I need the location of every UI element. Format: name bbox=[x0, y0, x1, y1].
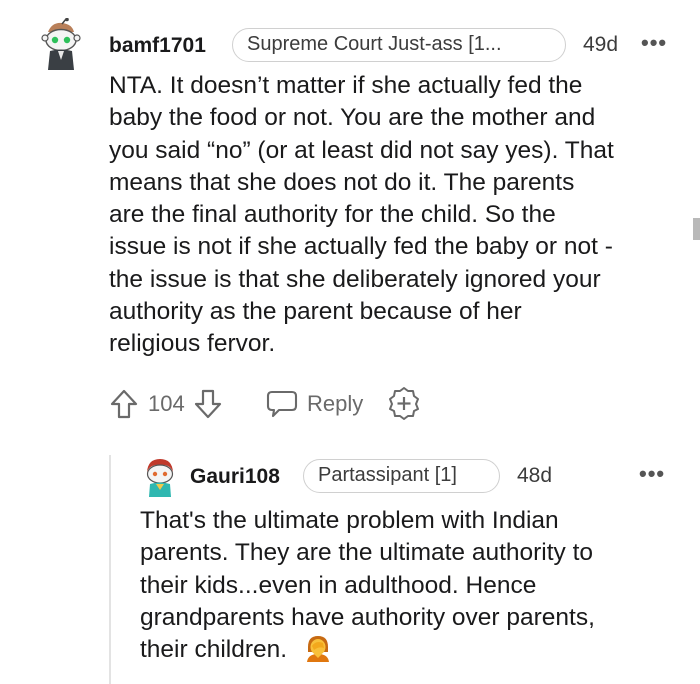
user-flair: Supreme Court Just-ass [1... bbox=[232, 28, 566, 62]
scrollbar-thumb[interactable] bbox=[693, 218, 700, 240]
award-icon[interactable] bbox=[387, 386, 421, 420]
comment-age: 48d bbox=[517, 464, 553, 487]
comment-age: 49d bbox=[583, 33, 619, 56]
user-flair: Partassipant [1] bbox=[303, 459, 500, 493]
reply-comment: Gauri108 Partassipant [1] 48d ••• That's… bbox=[120, 450, 700, 684]
username[interactable]: bamf1701 bbox=[109, 34, 206, 58]
avatar[interactable] bbox=[38, 18, 82, 72]
reply-body-line: grandparents have authority over parents… bbox=[140, 603, 595, 631]
vote-score: 104 bbox=[148, 391, 185, 416]
reply-icon bbox=[266, 390, 298, 418]
comment-body-line: religious fervor. bbox=[109, 330, 276, 358]
comment-body-line: are the final authority for the child. S… bbox=[109, 201, 556, 229]
comment-body-line: baby the food or not. You are the mother… bbox=[109, 104, 596, 132]
comment-body-line: issue is not if she actually fed the bab… bbox=[109, 233, 613, 261]
more-options-icon[interactable]: ••• bbox=[639, 463, 665, 485]
comment-body-line: means that she does not do it. The paren… bbox=[109, 168, 575, 196]
comment-body-line: you said “no” (or at least did not say y… bbox=[109, 136, 614, 164]
reply-label: Reply bbox=[307, 391, 364, 416]
reply-button[interactable]: Reply bbox=[266, 386, 366, 420]
thread-line[interactable] bbox=[109, 455, 111, 684]
reply-body-line-text: their children. bbox=[140, 636, 288, 664]
comment: bamf1701 Supreme Court Just-ass [1... 49… bbox=[0, 0, 700, 440]
reply-body: That's the ultimate problem with Indian … bbox=[140, 505, 690, 666]
reply-body-line: their children. bbox=[140, 634, 690, 666]
more-options-icon[interactable]: ••• bbox=[641, 32, 667, 54]
upvote-icon[interactable] bbox=[109, 388, 139, 420]
comment-body-line: the issue is that she deliberately ignor… bbox=[109, 265, 601, 293]
reply-body-line: parents. They are the ultimate authority… bbox=[140, 539, 594, 567]
comment-body-line: authority as the parent because of her bbox=[109, 298, 522, 326]
comment-body: NTA. It doesn’t matter if she actually f… bbox=[109, 70, 684, 361]
avatar[interactable] bbox=[142, 456, 178, 498]
comment-body-line: NTA. It doesn’t matter if she actually f… bbox=[109, 72, 583, 99]
reply-body-line: That's the ultimate problem with Indian bbox=[140, 507, 559, 534]
facepalm-emoji-icon bbox=[306, 636, 329, 663]
reply-body-line: their kids...even in adulthood. Hence bbox=[140, 571, 537, 599]
username[interactable]: Gauri108 bbox=[190, 465, 280, 489]
downvote-icon[interactable] bbox=[193, 388, 223, 420]
